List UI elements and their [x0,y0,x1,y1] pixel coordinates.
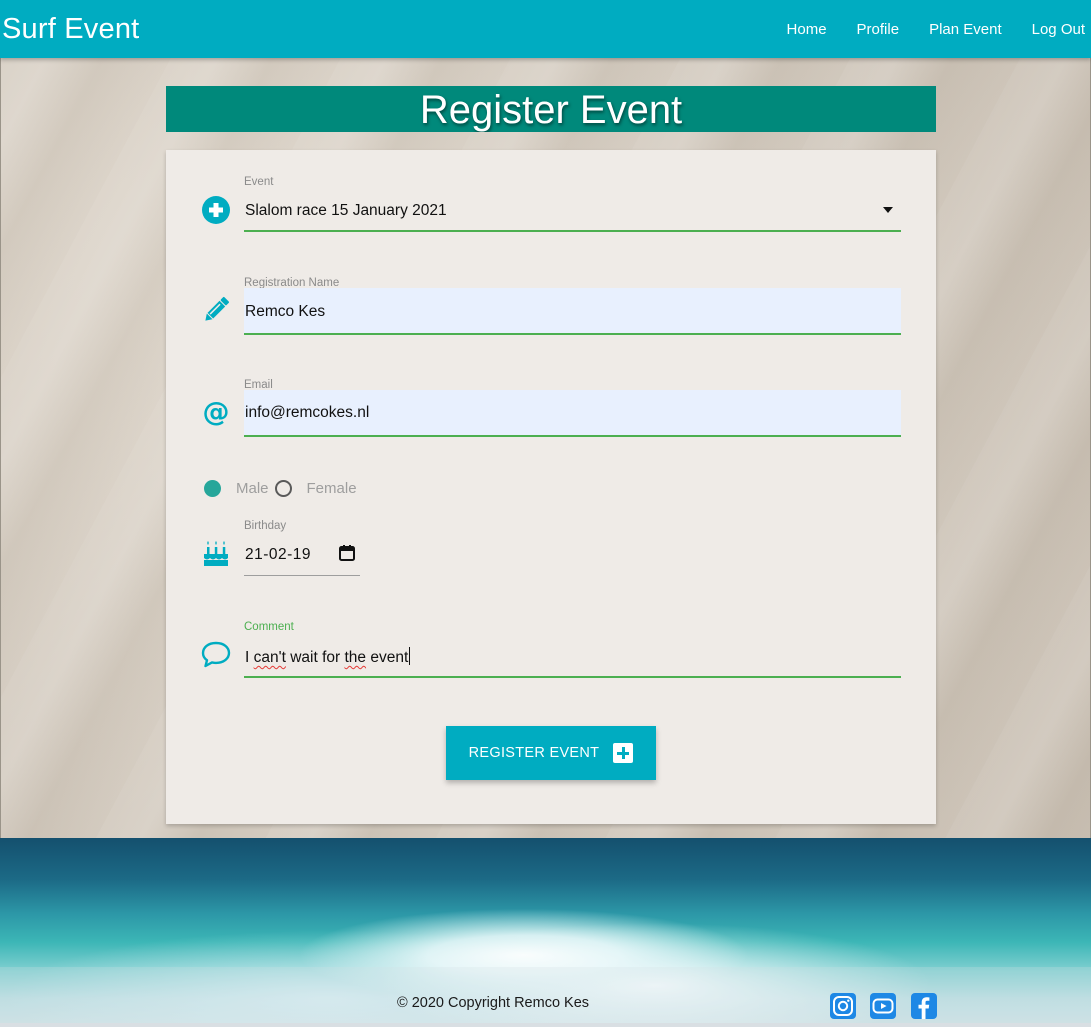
birthday-label: Birthday [244,520,287,532]
calendar-icon[interactable] [338,544,356,562]
nav-home-link[interactable]: Home [772,21,842,38]
comment-underline [244,676,901,678]
gender-radio-group: Male Female [204,480,363,497]
add-circle-icon [202,196,230,224]
pencil-icon [205,296,230,321]
bottom-strip [0,1023,1091,1027]
comment-text-part: can't [253,649,286,666]
comment-text-part: the [344,649,367,666]
comment-text-part: wait for [285,649,345,666]
brand-logo[interactable]: Surf Event [0,13,139,46]
birthday-underline [244,575,360,576]
register-event-button[interactable]: REGISTER EVENT [446,726,656,780]
at-icon: @ [203,397,230,428]
nav-profile-link[interactable]: Profile [842,21,915,38]
text-caret [409,647,411,665]
registration-name-input[interactable]: Remco Kes [244,303,901,321]
register-event-button-label: REGISTER EVENT [468,745,600,761]
email-field[interactable]: Email info@remcokes.nl [244,379,901,437]
nav-links: Home Profile Plan Event Log Out [772,21,1091,38]
speech-bubble-icon [201,641,231,668]
youtube-icon[interactable] [870,993,896,1019]
comment-textarea[interactable]: I can't wait for the event [244,647,901,667]
comment-field[interactable]: Comment I can't wait for the event [244,621,901,679]
male-radio-label[interactable]: Male [236,480,269,497]
email-input[interactable]: info@remcokes.nl [244,404,901,422]
comment-text-part: I [245,649,254,666]
comment-text-part: event [366,649,409,666]
birthday-cake-icon [204,541,228,566]
add-box-icon [613,743,634,763]
caret-down-icon[interactable] [883,207,893,213]
email-underline [244,435,901,437]
instagram-icon[interactable] [830,993,856,1019]
nav-logout-link[interactable]: Log Out [1017,21,1085,38]
navbar: Surf Event Home Profile Plan Event Log O… [0,0,1091,58]
event-select-value[interactable]: Slalom race 15 January 2021 [244,202,901,220]
comment-label: Comment [244,621,294,633]
copyright-text: © 2020 Copyright Remco Kes [397,995,590,1011]
event-underline [244,230,901,232]
event-select[interactable]: Event Slalom race 15 January 2021 [244,176,901,233]
registration-name-underline [244,333,901,335]
male-radio[interactable] [204,480,221,497]
register-form-card: Event Slalom race 15 January 2021 Regist… [166,150,936,824]
nav-plan-event-link[interactable]: Plan Event [914,21,1017,38]
female-radio-label[interactable]: Female [307,480,357,497]
facebook-icon[interactable] [911,993,937,1019]
birthday-value[interactable]: 21-02-19 [245,546,311,564]
birthday-date-input[interactable]: 21-02-19 [244,540,360,577]
page-title: Register Event [166,86,936,132]
female-radio[interactable] [274,480,292,497]
event-label: Event [244,176,274,188]
registration-name-field[interactable]: Registration Name Remco Kes [244,277,901,335]
svg-text:@: @ [203,397,230,428]
